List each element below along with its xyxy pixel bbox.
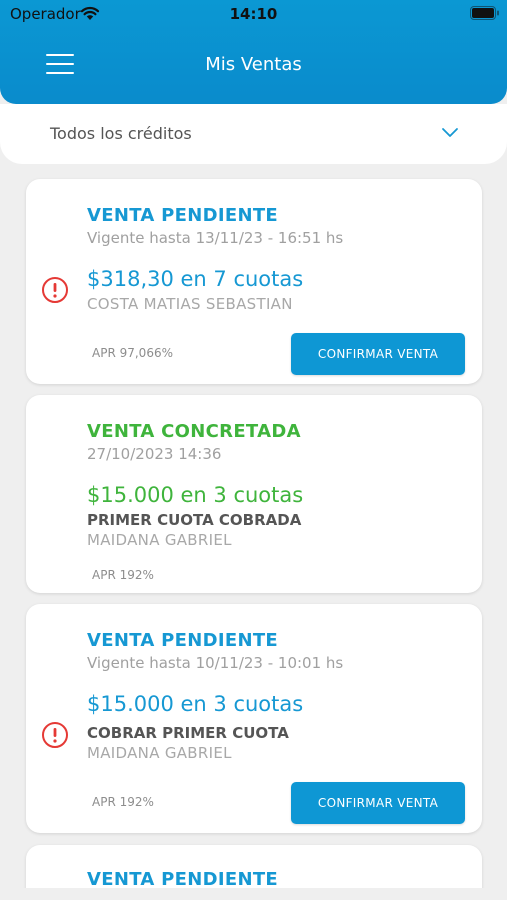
apr-label: APR 192% <box>92 795 154 809</box>
sale-amount: $318,30 en 7 cuotas <box>87 267 304 291</box>
sale-status: PRIMER CUOTA COBRADA <box>87 511 302 529</box>
status-bar: Operador 14:10 <box>0 0 507 28</box>
credit-filter-dropdown[interactable]: Todos los créditos <box>0 104 507 164</box>
sale-card[interactable]: VENTA CONCRETADA 27/10/2023 14:36 $15.00… <box>26 395 482 593</box>
apr-label: APR 97,066% <box>92 346 173 360</box>
sale-card[interactable]: VENTA PENDIENTE Vigente hasta 13/11/23 -… <box>26 179 482 384</box>
alert-icon <box>42 722 68 748</box>
sale-date: 27/10/2023 14:36 <box>87 445 222 463</box>
sale-title: VENTA PENDIENTE <box>87 630 278 651</box>
chevron-down-icon[interactable] <box>440 125 460 139</box>
sale-card[interactable]: VENTA PENDIENTE Vigente hasta 10/11/23 -… <box>26 604 482 833</box>
client-name: MAIDANA GABRIEL <box>87 744 232 762</box>
sale-validity: Vigente hasta 10/11/23 - 10:01 hs <box>87 654 344 672</box>
client-name: COSTA MATIAS SEBASTIAN <box>87 295 293 313</box>
alert-icon <box>42 277 68 303</box>
confirm-sale-button[interactable]: CONFIRMAR VENTA <box>291 333 465 375</box>
sale-amount: $15.000 en 3 cuotas <box>87 483 304 507</box>
sale-title: VENTA CONCRETADA <box>87 421 301 442</box>
sale-status: COBRAR PRIMER CUOTA <box>87 724 289 742</box>
sale-title: VENTA PENDIENTE <box>87 205 278 226</box>
page-title: Mis Ventas <box>205 54 302 75</box>
confirm-sale-button[interactable]: CONFIRMAR VENTA <box>291 782 465 824</box>
sale-title: VENTA PENDIENTE <box>87 869 278 890</box>
apr-label: APR 192% <box>92 568 154 582</box>
battery-icon <box>470 6 499 20</box>
client-name: MAIDANA GABRIEL <box>87 531 232 549</box>
sale-amount: $15.000 en 3 cuotas <box>87 692 304 716</box>
sale-validity: Vigente hasta 13/11/23 - 16:51 hs <box>87 229 344 247</box>
status-time: 14:10 <box>229 5 278 23</box>
app-header: Operador 14:10 Mis Ventas <box>0 0 507 104</box>
filter-selected-value: Todos los créditos <box>50 124 192 143</box>
bottom-edge <box>0 888 507 900</box>
